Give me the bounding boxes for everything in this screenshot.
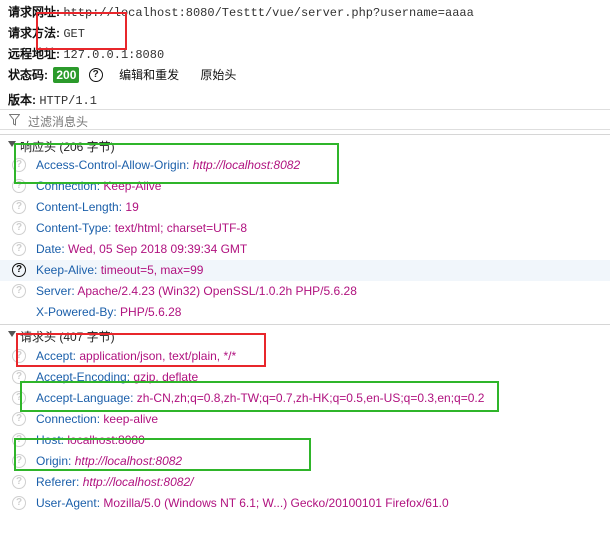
question-circle-icon[interactable]: ? [12, 221, 26, 235]
header-name: Server: [36, 284, 75, 298]
request-header-row[interactable]: ? Referer: http://localhost:8082/ [0, 472, 610, 493]
header-value: http://localhost:8082/ [82, 475, 194, 489]
header-name: Content-Length: [36, 200, 123, 214]
header-value: 19 [125, 200, 139, 214]
header-name: Connection: [36, 412, 101, 426]
question-circle-icon[interactable]: ? [12, 412, 26, 426]
header-value: Mozilla/5.0 (Windows NT 6.1; W...) Gecko… [103, 496, 449, 510]
annotation-green-box [20, 381, 499, 412]
status-badge: 200 [53, 66, 80, 83]
header-value: text/html; charset=UTF-8 [114, 221, 248, 235]
question-circle-icon[interactable]: ? [88, 67, 103, 82]
header-name: X-Powered-By: [36, 305, 117, 319]
filter-headers-bar[interactable]: 过滤消息头 [0, 109, 610, 130]
annotation-green-box [14, 143, 339, 184]
remote-address-value: 127.0.0.1:8080 [63, 48, 165, 62]
response-header-row[interactable]: ? Content-Length: 19 [0, 197, 610, 218]
response-header-row[interactable]: ? Keep-Alive: timeout=5, max=99 [0, 260, 610, 281]
annotation-red-box [16, 333, 266, 367]
version-line: 版本: HTTP/1.1 [8, 91, 97, 108]
response-header-row[interactable]: ? Date: Wed, 05 Sep 2018 09:39:34 GMT [0, 239, 610, 260]
question-circle-icon[interactable]: ? [12, 496, 26, 510]
question-circle-icon[interactable]: ? [12, 263, 26, 277]
status-line: 状态码: 200 ? 编辑和重发 原始头 [8, 66, 236, 84]
question-circle-icon[interactable]: ? [12, 200, 26, 214]
header-name: User-Agent: [36, 496, 101, 510]
status-label: 状态码: [8, 68, 48, 82]
question-circle-icon[interactable]: ? [12, 284, 26, 298]
question-circle-icon[interactable]: ? [12, 475, 26, 489]
response-header-row[interactable]: ? Content-Type: text/html; charset=UTF-8 [0, 218, 610, 239]
response-header-row[interactable]: X-Powered-By: PHP/5.6.28 [0, 302, 610, 323]
header-name: Content-Type: [36, 221, 112, 235]
version-value: HTTP/1.1 [39, 94, 97, 108]
header-name: Referer: [36, 475, 80, 489]
annotation-green-box [14, 438, 311, 471]
filter-headers-input[interactable]: 过滤消息头 [28, 113, 88, 130]
request-header-row[interactable]: ? Connection: keep-alive [0, 409, 610, 430]
header-name: Date: [36, 242, 65, 256]
filter-icon [9, 114, 20, 126]
annotation-red-box [36, 12, 127, 50]
response-header-row[interactable]: ? Server: Apache/2.4.23 (Win32) OpenSSL/… [0, 281, 610, 302]
header-value: PHP/5.6.28 [120, 305, 182, 319]
header-value: Wed, 05 Sep 2018 09:39:34 GMT [68, 242, 248, 256]
header-value: keep-alive [103, 412, 159, 426]
header-value: Apache/2.4.23 (Win32) OpenSSL/1.0.2h PHP… [77, 284, 357, 298]
version-label: 版本: [8, 93, 36, 107]
question-circle-icon[interactable]: ? [12, 242, 26, 256]
header-value: timeout=5, max=99 [100, 263, 204, 277]
header-name: Keep-Alive: [36, 263, 98, 277]
triangle-down-icon[interactable] [8, 331, 16, 337]
edit-resend-button[interactable]: 编辑和重发 [119, 68, 179, 82]
raw-headers-button[interactable]: 原始头 [200, 68, 236, 82]
request-header-row[interactable]: ? User-Agent: Mozilla/5.0 (Windows NT 6.… [0, 493, 610, 514]
